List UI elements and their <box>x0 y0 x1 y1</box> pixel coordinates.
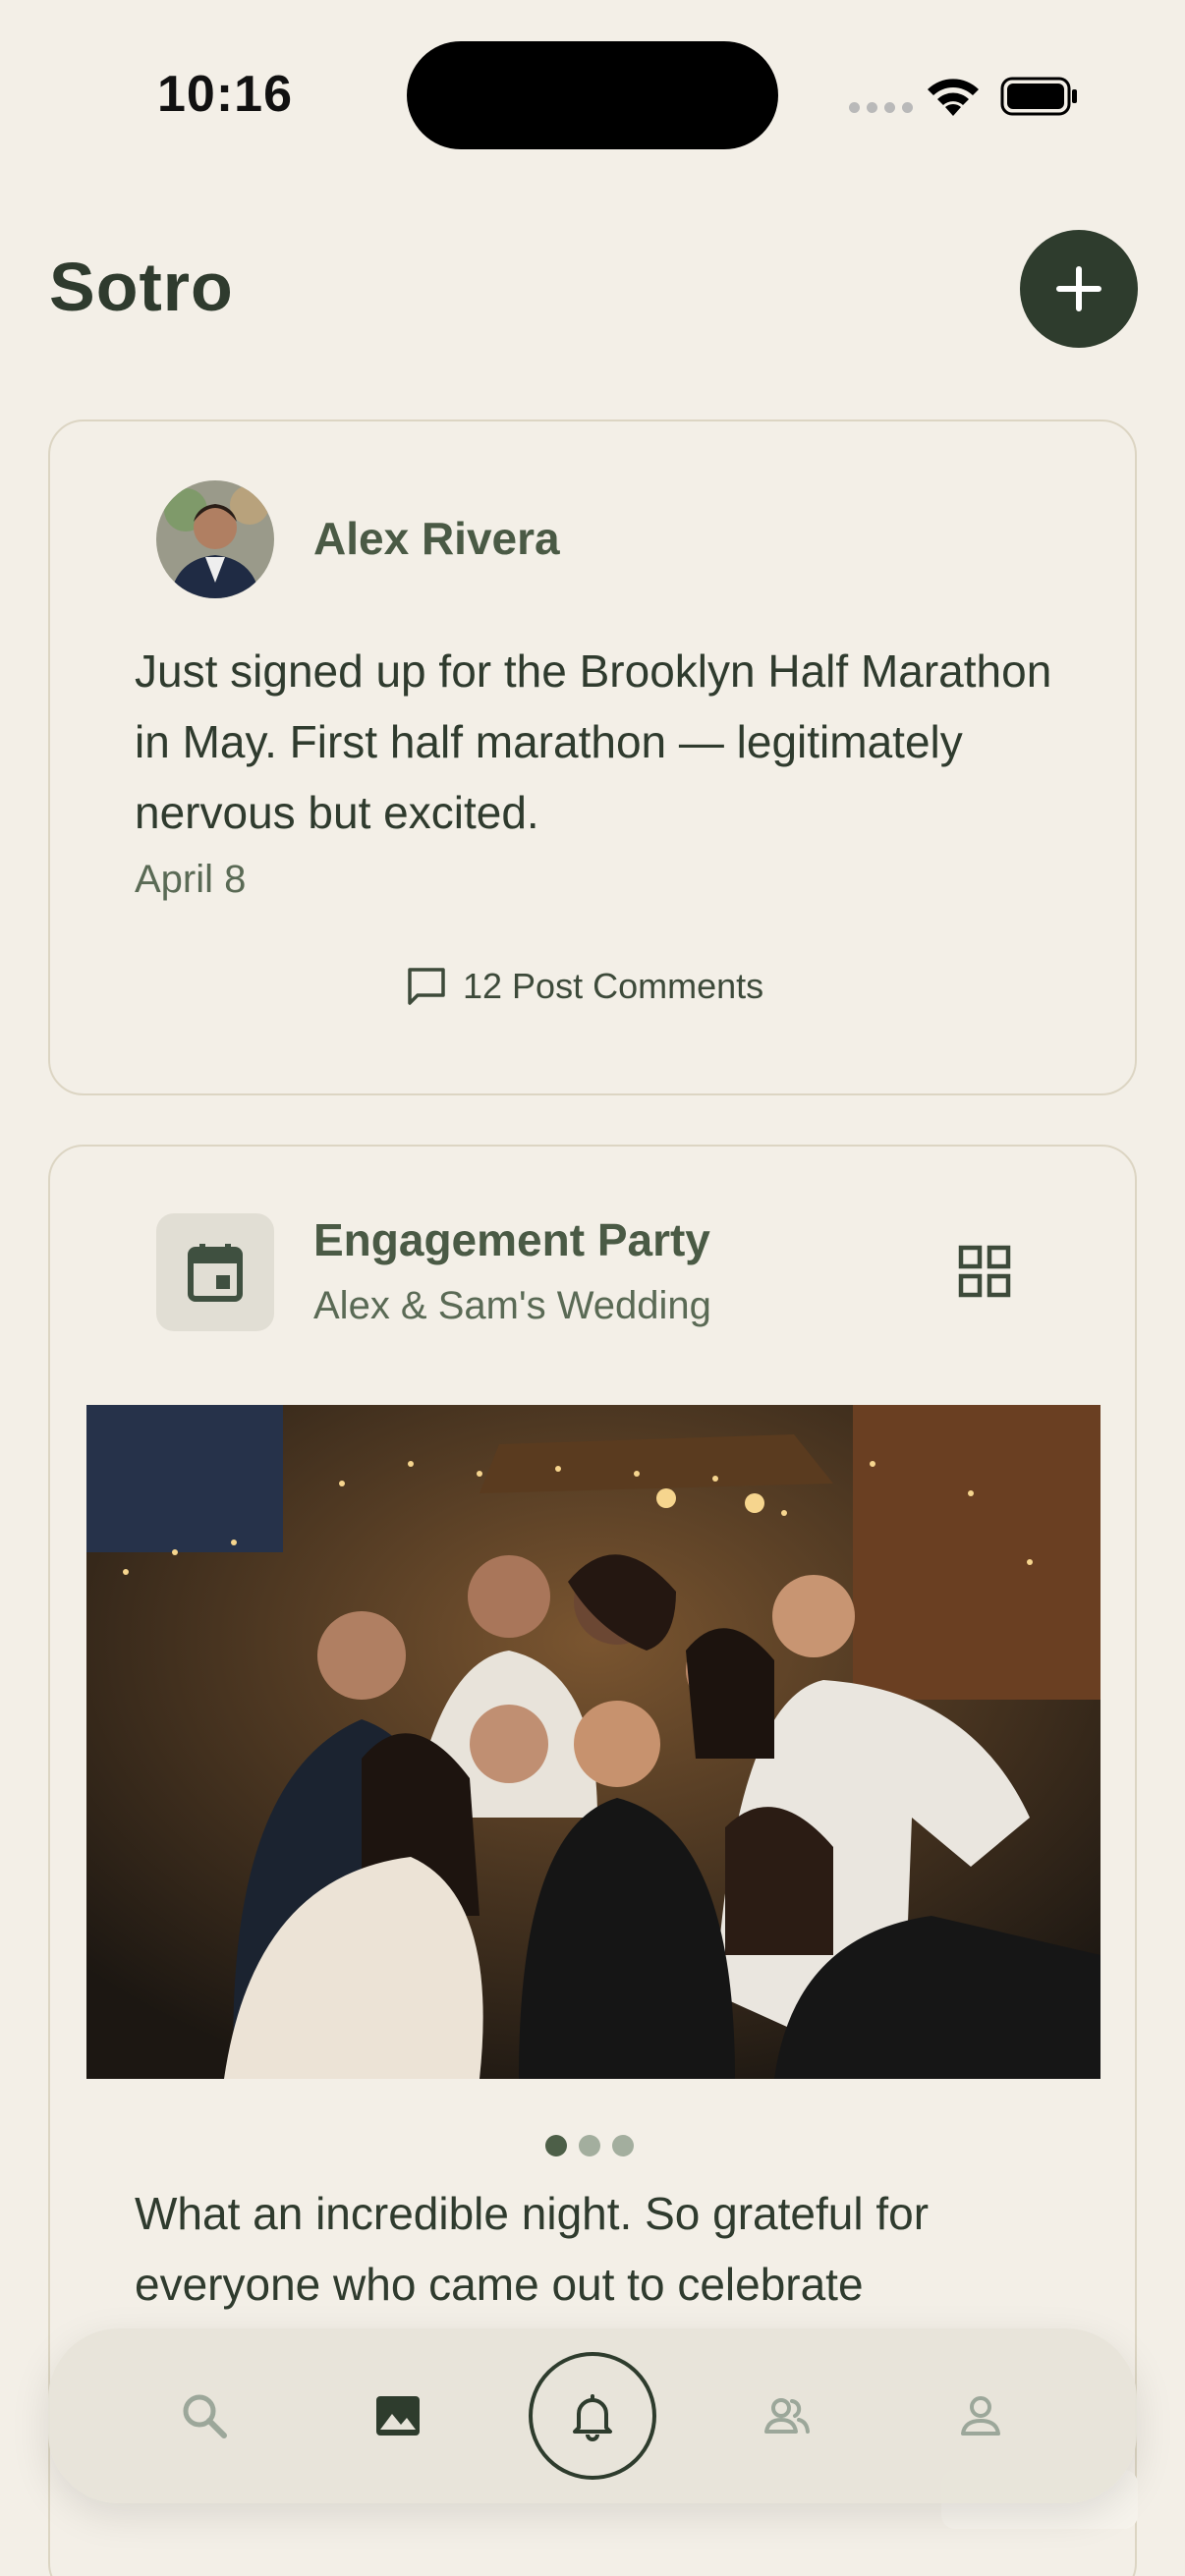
nav-notifications[interactable] <box>528 2352 656 2480</box>
person-icon <box>961 2396 1001 2436</box>
pager-dot-1[interactable] <box>545 2135 567 2156</box>
image-icon <box>376 2396 421 2436</box>
bell-icon <box>572 2394 612 2441</box>
post-card[interactable]: Alex Rivera Just signed up for the Brook… <box>48 420 1137 1095</box>
nav-feed[interactable] <box>334 2352 462 2480</box>
pager-dot-2[interactable] <box>579 2135 600 2156</box>
calendar-icon <box>188 1244 243 1302</box>
wifi-icon <box>928 79 979 116</box>
comments-button[interactable]: 12 Post Comments <box>404 964 763 1009</box>
status-bar: 10:16 <box>0 0 1185 187</box>
status-time: 10:16 <box>157 66 293 123</box>
bottom-nav <box>48 2328 1137 2503</box>
event-title[interactable]: Engagement Party <box>313 1213 710 1266</box>
event-badge <box>156 1213 274 1331</box>
nav-profile[interactable] <box>917 2352 1044 2480</box>
app-title: Sotro <box>49 249 234 325</box>
party-photo[interactable] <box>86 1405 1100 2079</box>
app-screen: 10:16 Sotro Alex Rivera Just signed up f… <box>0 0 1185 2576</box>
nav-search[interactable] <box>141 2352 268 2480</box>
grid-view-icon[interactable] <box>956 1243 1013 1300</box>
post-author[interactable]: Alex Rivera <box>313 512 560 565</box>
nav-friends[interactable] <box>723 2352 851 2480</box>
add-post-button[interactable] <box>1020 230 1138 348</box>
post-text: Just signed up for the Brooklyn Half Mar… <box>135 645 1052 838</box>
plus-icon <box>1056 266 1101 311</box>
pager-dot-3[interactable] <box>612 2135 634 2156</box>
party-photo-image <box>86 1405 1100 2079</box>
event-subtitle[interactable]: Alex & Sam's Wedding <box>313 1284 711 1328</box>
dynamic-island <box>407 41 778 149</box>
post-caption: What an incredible night. So grateful fo… <box>135 2188 930 2310</box>
comment-icon <box>408 968 445 1005</box>
avatar-image <box>156 480 274 598</box>
avatar[interactable] <box>156 480 274 598</box>
post-date: April 8 <box>135 858 247 901</box>
signal-icon <box>849 102 913 113</box>
battery-icon <box>1000 77 1077 116</box>
search-icon <box>183 2394 227 2438</box>
comments-label: 12 Post Comments <box>463 966 764 1006</box>
people-icon <box>763 2398 810 2434</box>
photo-pager[interactable] <box>545 2135 634 2156</box>
